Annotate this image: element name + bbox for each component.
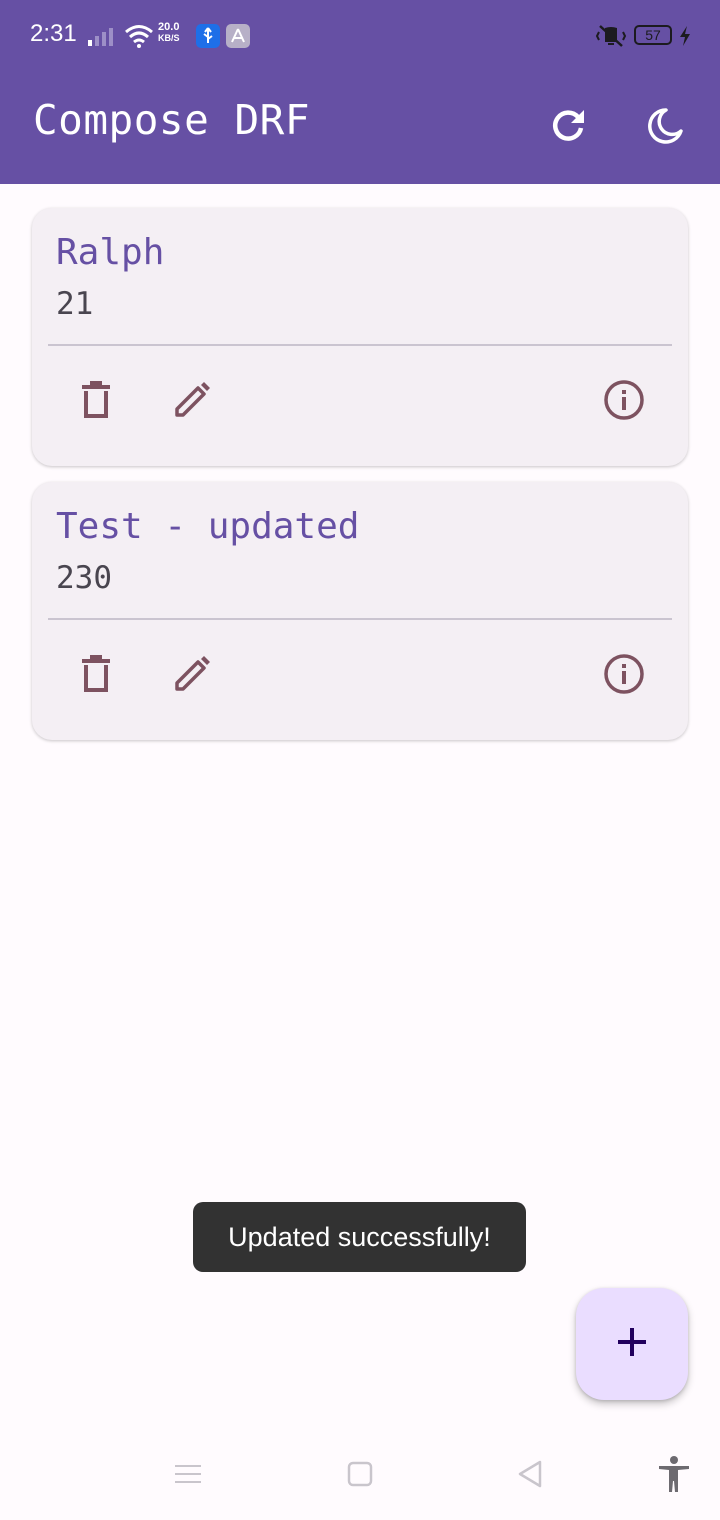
usb-icon	[196, 24, 220, 52]
network-speed: 20.0 KB/S	[158, 21, 180, 44]
info-icon	[603, 379, 645, 425]
charging-icon	[678, 26, 692, 50]
delete-button[interactable]	[72, 652, 120, 700]
item-card: Ralph 21	[32, 208, 688, 466]
status-time: 2:31	[30, 20, 77, 47]
refresh-icon	[548, 106, 588, 150]
item-value: 230	[56, 560, 112, 596]
delete-button[interactable]	[72, 378, 120, 426]
delete-icon	[78, 380, 114, 424]
back-button[interactable]	[508, 1454, 552, 1498]
dark-mode-icon	[644, 106, 684, 150]
item-name: Test - updated	[56, 506, 360, 547]
recents-icon	[174, 1462, 202, 1490]
edit-button[interactable]	[168, 652, 216, 700]
recents-button[interactable]	[166, 1454, 210, 1498]
home-button[interactable]	[338, 1454, 382, 1498]
delete-icon	[78, 654, 114, 698]
item-card: Test - updated 230	[32, 482, 688, 740]
status-bar: 2:31 20.0 KB/S 57	[0, 0, 720, 72]
app-title: Compose DRF	[33, 96, 311, 144]
card-divider	[48, 618, 672, 620]
toast-message: Updated successfully!	[193, 1202, 526, 1272]
refresh-button[interactable]	[536, 96, 600, 160]
system-navigation-bar	[0, 1432, 720, 1520]
edit-button[interactable]	[168, 378, 216, 426]
top-app-bar: Compose DRF	[0, 72, 720, 184]
app-notification-icon	[226, 24, 250, 52]
info-button[interactable]	[600, 378, 648, 426]
accessibility-icon	[657, 1455, 691, 1497]
item-value: 21	[56, 286, 94, 322]
back-icon	[516, 1459, 544, 1493]
signal-icon	[88, 26, 118, 50]
home-icon	[346, 1460, 374, 1492]
wifi-icon	[124, 24, 154, 52]
accessibility-button[interactable]	[652, 1454, 696, 1498]
edit-icon	[172, 380, 212, 424]
add-icon	[616, 1326, 648, 1362]
battery-icon: 57	[634, 25, 672, 45]
edit-icon	[172, 654, 212, 698]
info-button[interactable]	[600, 652, 648, 700]
card-divider	[48, 344, 672, 346]
item-name: Ralph	[56, 232, 165, 273]
dark-mode-toggle-button[interactable]	[632, 96, 696, 160]
info-icon	[603, 653, 645, 699]
add-item-fab[interactable]	[576, 1288, 688, 1400]
vibrate-off-icon	[594, 24, 628, 52]
